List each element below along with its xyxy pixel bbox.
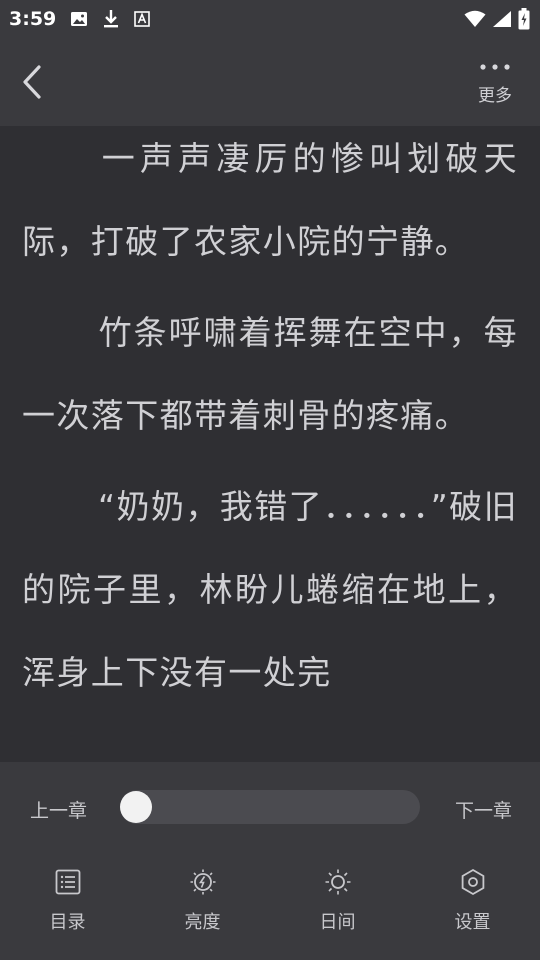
sun-icon	[325, 869, 350, 895]
nav-catalog[interactable]: 目录	[0, 866, 135, 946]
brightness-icon	[190, 869, 215, 895]
nav-label: 日间	[319, 912, 356, 933]
signal-icon	[492, 10, 512, 32]
reader-top-bar: 更多	[0, 36, 540, 126]
nav-label: 设置	[454, 912, 491, 933]
image-icon	[70, 10, 88, 32]
chapter-content[interactable]: 一声声凄厉的惨叫划破天际，打破了农家小院的宁静。 竹条呼啸着挥舞在空中，每一次落…	[0, 126, 540, 762]
prev-chapter-button[interactable]: 上一章	[30, 796, 87, 823]
reader-bottom-panel: 上一章 下一章 目录 亮度 日间 设置	[0, 762, 540, 960]
slider-thumb[interactable]	[120, 791, 152, 823]
nav-label: 亮度	[184, 912, 221, 933]
list-icon	[55, 869, 80, 895]
more-button[interactable]: 更多	[470, 56, 520, 112]
nav-day-mode[interactable]: 日间	[270, 866, 405, 946]
more-label: 更多	[478, 86, 512, 106]
paragraph: 竹条呼啸着挥舞在空中，每一次落下都带着刺骨的疼痛。	[22, 313, 518, 435]
nav-brightness[interactable]: 亮度	[135, 866, 270, 946]
battery-icon	[518, 8, 530, 34]
next-chapter-button[interactable]: 下一章	[455, 796, 512, 823]
settings-icon	[461, 868, 484, 896]
notification-icons	[70, 9, 150, 33]
a-font-icon	[134, 11, 150, 31]
download-icon	[102, 9, 120, 33]
status-time: 3:59	[9, 8, 57, 30]
back-button[interactable]	[12, 60, 52, 104]
chapter-progress-row: 上一章 下一章	[0, 782, 540, 832]
nav-settings[interactable]: 设置	[405, 866, 540, 946]
chevron-left-icon	[23, 65, 41, 99]
more-dots-icon	[480, 64, 510, 70]
wifi-icon	[464, 10, 486, 32]
paragraph: 一声声凄厉的惨叫划破天际，打破了农家小院的宁静。	[22, 139, 518, 261]
paragraph: “奶奶，我错了．．．．．．”破旧的院子里，林盼儿蜷缩在地上，浑身上下没有一处完	[22, 487, 518, 692]
status-bar: 3:59	[0, 0, 540, 36]
system-icons	[464, 8, 530, 34]
nav-label: 目录	[49, 912, 86, 933]
reader-nav-bar: 目录 亮度 日间 设置	[0, 866, 540, 946]
chapter-progress-slider[interactable]	[120, 790, 420, 824]
